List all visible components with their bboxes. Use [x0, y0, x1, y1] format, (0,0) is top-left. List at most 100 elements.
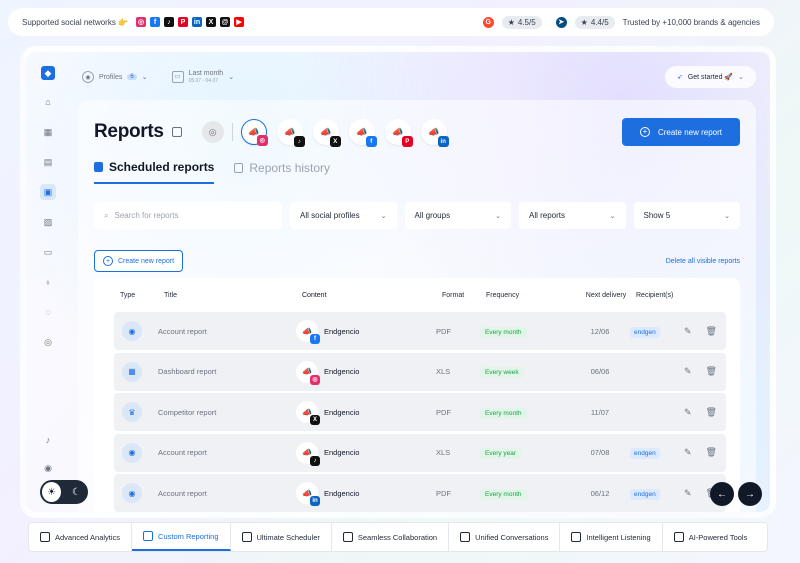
feature-tab[interactable]: AI-Powered Tools — [663, 523, 759, 551]
frequency-cell: Every month — [480, 488, 570, 500]
show-count-select[interactable]: Show 5 ⌄ — [633, 202, 740, 229]
table-row[interactable]: ◉ Account report 📣 f Endgencio PDF Every month… — [114, 312, 726, 350]
account-icon: ◉ — [122, 483, 142, 503]
arrow-right-icon[interactable]: → — [738, 482, 762, 506]
row-actions: ✎🗑 — [670, 326, 717, 337]
table-header: Type Title Content Format Frequency Next deli… — [94, 278, 740, 312]
media-icon[interactable]: ▨ — [40, 214, 56, 230]
profile-filter-linkedin[interactable]: 📣 in — [420, 119, 449, 147]
feature-tab[interactable]: Custom Reporting — [132, 523, 231, 551]
sun-icon[interactable]: ☀ — [42, 482, 61, 502]
content-cell: 📣 in Endgencio — [296, 482, 436, 506]
tab-label: Scheduled reports — [109, 160, 215, 174]
listening-icon[interactable]: ♁ — [40, 274, 56, 290]
period-selector[interactable]: ▭ Last month 05.07 - 04.07 ⌄ — [171, 70, 235, 85]
title-cell: Account report — [158, 488, 207, 498]
chevron-down-icon: ⌄ — [228, 73, 235, 81]
social-profiles-select[interactable]: All social profiles ⌄ — [290, 202, 397, 229]
tab-scheduled-reports[interactable]: Scheduled reports — [94, 160, 215, 184]
profiles-icon: ◉ — [82, 71, 94, 83]
profile-avatar: 📣 in — [296, 482, 320, 506]
arrow-left-icon[interactable]: ← — [710, 482, 734, 506]
edit-icon[interactable]: ✎ — [684, 447, 692, 458]
calendar-icon — [94, 162, 103, 172]
grid-icon[interactable]: ▦ — [40, 124, 56, 140]
divider — [231, 123, 233, 141]
feature-tab[interactable]: Advanced Analytics — [29, 523, 133, 551]
feature-tab-label: Advanced Analytics — [55, 532, 121, 542]
chevron-down-icon: ⌄ — [738, 74, 744, 81]
recipient-cell: endgen — [630, 326, 670, 338]
frequency-badge: Every month — [480, 407, 527, 419]
edit-icon[interactable]: ✎ — [684, 326, 692, 337]
youtube-icon: ▶ — [234, 17, 245, 27]
bell-icon[interactable]: ♪ — [40, 432, 56, 448]
theme-toggle[interactable]: ☀ ☾ — [40, 480, 88, 504]
search-input[interactable]: ⌕ Search for reports — [94, 202, 282, 229]
profile-filter-list: 📣 ◎ 📣 ♪ 📣 X 📣 f 📣 P 📣 in — [240, 119, 457, 147]
tab-label: Reports history — [249, 161, 331, 175]
competitor-icon: ♛ — [122, 402, 142, 422]
profile-filter-tiktok[interactable]: 📣 ♪ — [276, 119, 305, 147]
moon-icon[interactable]: ☾ — [67, 482, 86, 502]
column-header: Type — [120, 291, 136, 299]
profiles-selector[interactable]: ◉ Profiles 6 ⌄ — [82, 71, 148, 83]
analytics-icon[interactable]: ▤ — [40, 154, 56, 170]
calendar-icon[interactable]: ▭ — [40, 244, 56, 260]
reports-icon[interactable]: ▣ — [40, 184, 56, 200]
home-icon[interactable]: ⌂ — [40, 94, 56, 110]
period-range: 05.07 - 04.07 — [188, 78, 219, 85]
feature-tab[interactable]: Seamless Collaboration — [332, 523, 450, 551]
groups-select[interactable]: All groups ⌄ — [404, 202, 511, 229]
trash-icon[interactable]: 🗑 — [706, 366, 717, 377]
table-row[interactable]: ▦ Dashboard report 📣 ◎ Endgencio XLS Every wee… — [114, 352, 726, 391]
pinterest-icon: P — [178, 17, 189, 27]
recipient-cell: endgen — [630, 488, 670, 500]
reports-select[interactable]: All reports ⌄ — [519, 202, 626, 229]
dashboard-icon: ▦ — [122, 361, 142, 382]
select-value: All reports — [529, 211, 566, 220]
delete-all-link[interactable]: Delete all visible reports — [666, 258, 740, 265]
profile-filter-pinterest[interactable]: 📣 P — [384, 119, 413, 147]
trash-icon[interactable]: 🗑 — [706, 326, 717, 337]
megaphone-icon: 📣 — [320, 126, 332, 137]
feature-tab-label: Ultimate Scheduler — [256, 532, 320, 542]
chevron-down-icon: ⌄ — [380, 212, 387, 220]
table-row[interactable]: ◉ Account report 📣 ♪ Endgencio XLS Every year 0… — [114, 433, 726, 472]
table-row[interactable]: ♛ Competitor report 📣 X Endgencio PDF Every mo… — [114, 393, 726, 431]
feature-tab-label: Custom Reporting — [158, 531, 219, 541]
get-started-button[interactable]: ➶ Get started 🚀 ⌄ — [664, 66, 756, 88]
settings-icon[interactable]: ◎ — [40, 334, 56, 350]
chat-icon[interactable]: ◌ — [40, 304, 56, 320]
chevron-down-icon: ⌄ — [609, 212, 616, 220]
create-report-small-button[interactable]: + Create new report — [94, 250, 184, 272]
frequency-cell: Every month — [480, 407, 570, 419]
info-icon[interactable] — [171, 127, 182, 137]
type-cell: ♛ — [114, 402, 158, 422]
trash-icon[interactable]: 🗑 — [706, 447, 717, 458]
feature-tab[interactable]: Ultimate Scheduler — [231, 523, 332, 551]
edit-icon[interactable]: ✎ — [684, 407, 692, 418]
user-icon[interactable]: ◉ — [40, 460, 56, 476]
row-actions: ✎🗑 — [670, 407, 717, 418]
profile-filter-instagram[interactable]: 📣 ◎ — [240, 119, 268, 146]
edit-icon[interactable]: ✎ — [684, 366, 692, 377]
feature-tab[interactable]: Intelligent Listening — [560, 523, 663, 551]
trusted-text: Trusted by +10,000 brands & agencies — [622, 17, 760, 27]
carousel-arrows: ← → — [710, 482, 762, 506]
all-profiles-icon[interactable]: ◎ — [201, 121, 224, 143]
profile-filter-facebook[interactable]: 📣 f — [348, 119, 377, 147]
profile-filter-x[interactable]: 📣 X — [312, 119, 341, 147]
trash-icon[interactable]: 🗑 — [706, 407, 717, 418]
network-badge-icon: f — [310, 334, 320, 344]
edit-icon[interactable]: ✎ — [684, 488, 692, 499]
select-value: All social profiles — [300, 211, 360, 220]
logo-icon[interactable]: ◆ — [41, 66, 55, 80]
column-header: Format — [442, 291, 465, 299]
network-badge-icon: in — [310, 496, 320, 506]
tab-reports-history[interactable]: Reports history — [234, 160, 330, 184]
chevron-down-icon: ⌄ — [724, 212, 730, 220]
create-report-button[interactable]: + Create new report — [621, 118, 740, 146]
feature-tab[interactable]: Unified Conversations — [449, 523, 561, 551]
table-row[interactable]: ◉ Account report 📣 in Endgencio PDF Every mont… — [114, 474, 726, 512]
